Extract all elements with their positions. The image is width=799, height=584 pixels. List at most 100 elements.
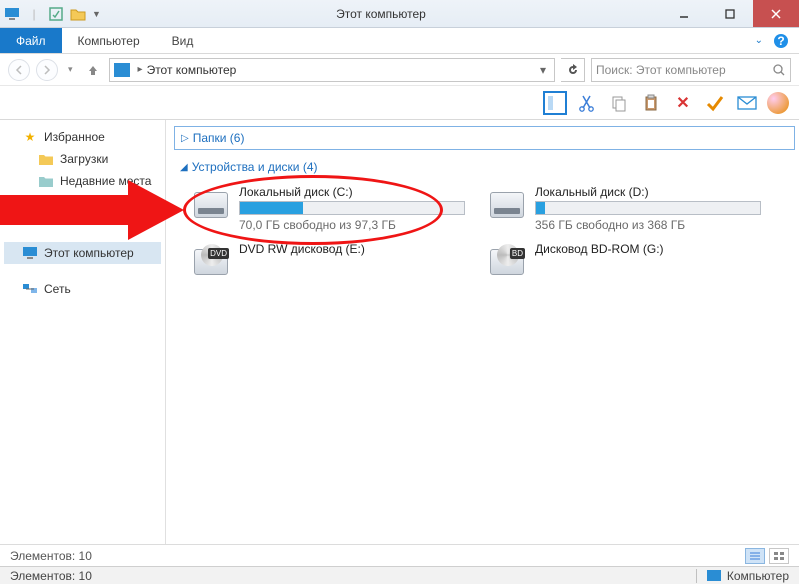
- drive-name: DVD RW дисковод (E:): [239, 242, 465, 258]
- nav-label: Загрузки: [60, 152, 108, 166]
- drive-c[interactable]: Локальный диск (C:) 70,0 ГБ свободно из …: [188, 182, 468, 235]
- drive-name: Дисковод BD-ROM (G:): [535, 242, 761, 258]
- expand-down-icon: ◢: [180, 162, 188, 173]
- forward-button[interactable]: [36, 59, 58, 81]
- paste-button[interactable]: [639, 91, 663, 115]
- nav-recent[interactable]: Недавние места: [4, 170, 161, 192]
- drive-info: Локальный диск (D:) 356 ГБ свободно из 3…: [535, 185, 761, 232]
- computer-icon: [707, 570, 721, 581]
- back-button[interactable]: [8, 59, 30, 81]
- expand-ribbon-icon[interactable]: ⌄: [755, 35, 763, 46]
- cut-button[interactable]: [575, 91, 599, 115]
- ribbon: Файл Компьютер Вид ⌄ ?: [0, 28, 799, 54]
- up-button[interactable]: [83, 64, 103, 76]
- close-button[interactable]: [753, 0, 799, 27]
- computer-icon: [114, 63, 130, 77]
- hard-drive-icon: [191, 185, 231, 225]
- qat-dropdown-icon[interactable]: ▼: [92, 9, 101, 19]
- nav-label: Избранное: [44, 130, 105, 144]
- shell-icon[interactable]: [767, 92, 789, 114]
- expand-right-icon: ▷: [181, 133, 189, 144]
- computer-icon: [4, 6, 20, 22]
- drive-name: Локальный диск (D:): [535, 185, 761, 201]
- main-area: ★ Избранное Загрузки Недавние места Дома…: [0, 120, 799, 558]
- nav-homegroup[interactable]: Домашняя группа: [4, 206, 161, 228]
- status-right-label: Компьютер: [727, 569, 789, 583]
- copy-button[interactable]: [607, 91, 631, 115]
- new-folder-icon[interactable]: [70, 6, 86, 22]
- nav-label: Этот компьютер: [44, 246, 134, 260]
- tab-view[interactable]: Вид: [156, 28, 210, 53]
- nav-label: Домашняя группа: [44, 210, 143, 224]
- address-bar: ▾ ▸ Этот компьютер ▾ Поиск: Этот компьют…: [0, 54, 799, 86]
- breadcrumb-dropdown-icon[interactable]: ▾: [536, 63, 550, 77]
- tab-file[interactable]: Файл: [0, 28, 62, 53]
- navigation-pane: ★ Избранное Загрузки Недавние места Дома…: [0, 120, 166, 558]
- preview-pane-button[interactable]: [543, 91, 567, 115]
- drive-g[interactable]: BD Дисковод BD-ROM (G:): [484, 239, 764, 285]
- drive-free: 356 ГБ свободно из 368 ГБ: [535, 218, 761, 232]
- quick-access-toolbar: | ▼: [0, 6, 101, 22]
- computer-icon: [22, 245, 38, 261]
- drive-info: DVD RW дисковод (E:): [239, 242, 465, 282]
- status-bar-outer: Элементов: 10 Компьютер: [0, 566, 799, 584]
- drive-d[interactable]: Локальный диск (D:) 356 ГБ свободно из 3…: [484, 182, 764, 235]
- view-details-button[interactable]: [745, 548, 765, 564]
- content-pane: ▷ Папки (6) ◢ Устройства и диски (4) Лок…: [166, 120, 799, 558]
- maximize-button[interactable]: [707, 0, 753, 27]
- delete-button[interactable]: ✕: [671, 91, 695, 115]
- nav-this-pc[interactable]: Этот компьютер: [4, 242, 161, 264]
- status-bar-inner: Элементов: 10: [0, 544, 799, 566]
- nav-label: Сеть: [44, 282, 71, 296]
- drive-fill: [240, 202, 303, 214]
- network-icon: [22, 281, 38, 297]
- mail-button[interactable]: [735, 91, 759, 115]
- dvd-drive-icon: DVD: [191, 242, 231, 282]
- title-bar: | ▼ Этот компьютер: [0, 0, 799, 28]
- drive-free: 70,0 ГБ свободно из 97,3 ГБ: [239, 218, 465, 232]
- status-right: Компьютер: [696, 569, 789, 583]
- breadcrumb-separator-icon[interactable]: ▸: [134, 64, 147, 75]
- view-icons-button[interactable]: [769, 548, 789, 564]
- drive-info: Локальный диск (C:) 70,0 ГБ свободно из …: [239, 185, 465, 232]
- hard-drive-icon: [487, 185, 527, 225]
- drive-tag: BD: [510, 248, 525, 259]
- folder-downloads-icon: [38, 151, 54, 167]
- history-dropdown-icon[interactable]: ▾: [64, 64, 77, 75]
- homegroup-icon: [22, 209, 38, 225]
- breadcrumb-text[interactable]: Этот компьютер: [147, 63, 536, 77]
- recent-icon: [38, 173, 54, 189]
- properties-icon[interactable]: [48, 6, 64, 22]
- drive-grid: Локальный диск (C:) 70,0 ГБ свободно из …: [174, 178, 795, 293]
- drive-name: Локальный диск (C:): [239, 185, 465, 201]
- drive-tag: DVD: [208, 248, 229, 259]
- nav-network[interactable]: Сеть: [4, 278, 161, 300]
- toolbar: ✕: [0, 86, 799, 120]
- help-icon[interactable]: ?: [773, 33, 789, 49]
- nav-downloads[interactable]: Загрузки: [4, 148, 161, 170]
- view-switcher: [745, 548, 789, 564]
- tab-computer[interactable]: Компьютер: [62, 28, 156, 53]
- nav-favorites[interactable]: ★ Избранное: [4, 126, 161, 148]
- drive-fill: [536, 202, 545, 214]
- status-item-count: Элементов: 10: [10, 569, 92, 583]
- refresh-button[interactable]: [561, 58, 585, 82]
- nav-label: Недавние места: [60, 174, 151, 188]
- section-label: Папки (6): [193, 131, 245, 145]
- breadcrumb[interactable]: ▸ Этот компьютер ▾: [109, 58, 555, 82]
- ribbon-right: ⌄ ?: [755, 28, 799, 53]
- bd-drive-icon: BD: [487, 242, 527, 282]
- status-item-count: Элементов: 10: [10, 549, 92, 563]
- divider-icon: |: [26, 6, 42, 22]
- search-placeholder: Поиск: Этот компьютер: [596, 63, 726, 77]
- drive-usage-bar: [239, 201, 465, 215]
- search-input[interactable]: Поиск: Этот компьютер: [591, 58, 791, 82]
- drive-e[interactable]: DVD DVD RW дисковод (E:): [188, 239, 468, 285]
- star-icon: ★: [22, 129, 38, 145]
- section-devices[interactable]: ◢ Устройства и диски (4): [174, 156, 795, 178]
- drive-usage-bar: [535, 201, 761, 215]
- minimize-button[interactable]: [661, 0, 707, 27]
- window-title: Этот компьютер: [101, 7, 661, 21]
- confirm-button[interactable]: [703, 91, 727, 115]
- section-folders[interactable]: ▷ Папки (6): [174, 126, 795, 150]
